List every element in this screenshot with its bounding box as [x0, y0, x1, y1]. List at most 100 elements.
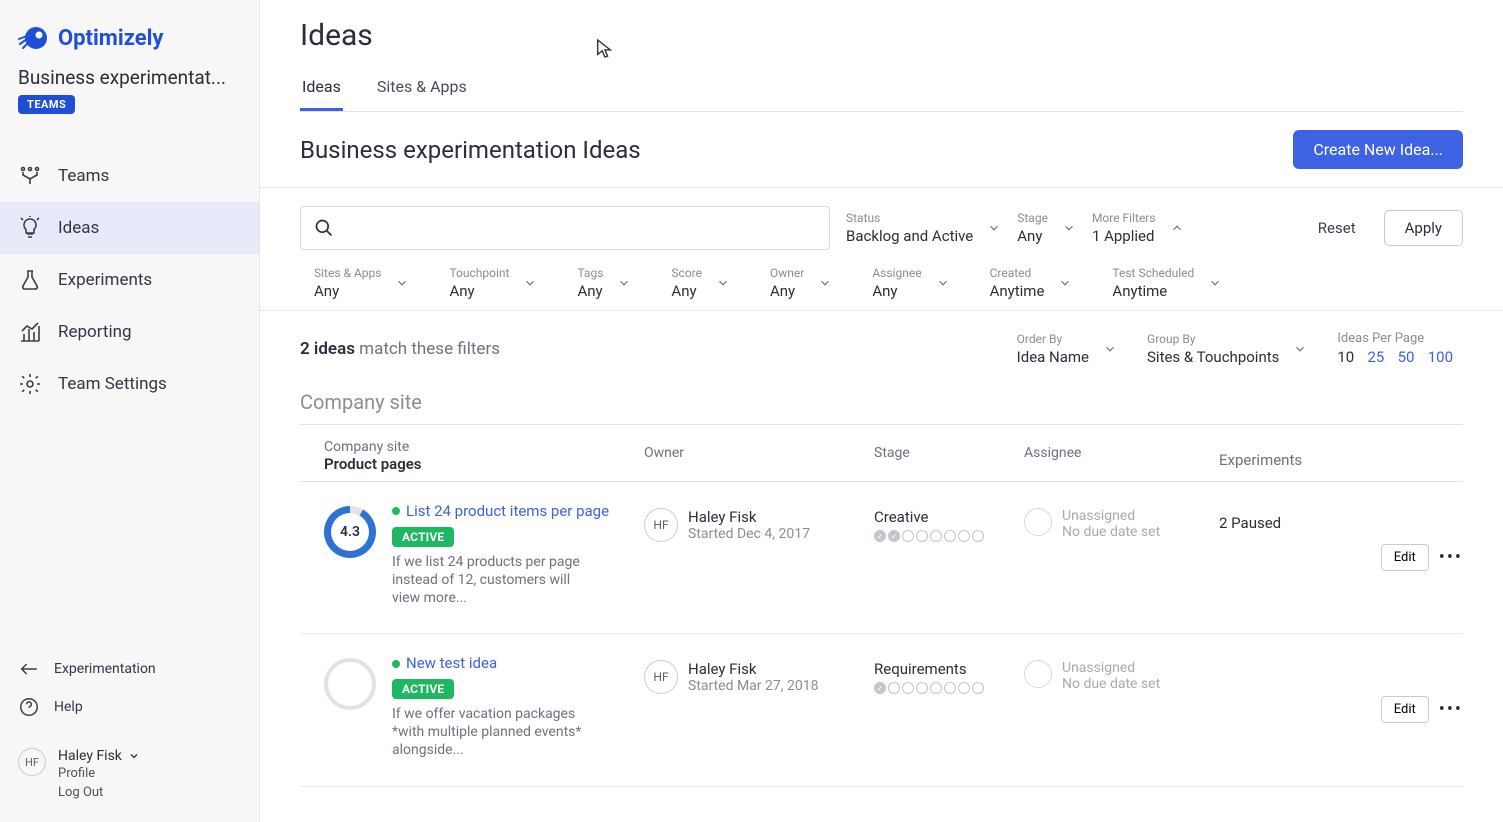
profile-link[interactable]: Profile [58, 764, 140, 783]
project-block: Business experimentat... TEAMS [0, 66, 259, 128]
filter-score[interactable]: ScoreAny [671, 266, 730, 300]
filter-status[interactable]: Status Backlog and Active [846, 211, 1001, 245]
filter-stage[interactable]: Stage Any [1017, 211, 1076, 245]
brand-name: Optimizely [58, 26, 164, 51]
col-assignee: Assignee [1024, 439, 1219, 473]
experiments-cell: 2 Paused [1219, 502, 1381, 607]
col-touchpoint: Product pages [324, 455, 422, 473]
status-dot-icon [392, 507, 400, 515]
ipp-50[interactable]: 50 [1398, 348, 1415, 366]
chevron-down-icon [395, 276, 409, 290]
due-date: No due date set [1062, 676, 1160, 692]
teams-icon [18, 164, 42, 188]
chevron-down-icon [818, 276, 832, 290]
section-title: Business experimentation Ideas [300, 136, 641, 164]
bottom-link-label: Experimentation [54, 661, 156, 677]
user-menu-toggle[interactable]: Haley Fisk [58, 748, 140, 764]
help-link[interactable]: Help [18, 688, 241, 726]
nav-teams[interactable]: Teams [0, 150, 259, 202]
owner-avatar: HF [644, 660, 678, 694]
tab-ideas[interactable]: Ideas [300, 67, 343, 111]
chevron-down-icon [1293, 342, 1307, 356]
idea-title-link[interactable]: New test idea [406, 654, 497, 673]
stage-progress: ✓✓ [874, 530, 1024, 542]
ipp-10[interactable]: 10 [1337, 348, 1354, 366]
filter-bar: Status Backlog and Active Stage Any More… [260, 188, 1503, 311]
idea-description: If we offer vacation packages *with mult… [392, 705, 592, 760]
score-ring [324, 658, 376, 710]
col-site: Company site [324, 439, 422, 455]
stage-name: Creative [874, 508, 1024, 526]
chevron-down-icon [523, 276, 537, 290]
order-by[interactable]: Order By Idea Name [1017, 332, 1117, 366]
owner-name: Haley Fisk [688, 660, 818, 678]
help-icon [18, 696, 40, 718]
more-menu-icon[interactable]: ••• [1439, 547, 1463, 568]
filter-tags[interactable]: TagsAny [577, 266, 631, 300]
edit-button[interactable]: Edit [1381, 544, 1429, 571]
results-count: 2 ideas match these filters [300, 339, 500, 359]
assignee-avatar [1024, 508, 1052, 536]
nav-reporting[interactable]: Reporting [0, 306, 259, 358]
flask-icon [18, 268, 42, 292]
create-new-idea-button[interactable]: Create New Idea... [1293, 130, 1463, 169]
tab-sites-apps[interactable]: Sites & Apps [375, 67, 469, 111]
stage-name: Requirements [874, 660, 1024, 678]
nav-ideas[interactable]: Ideas [0, 202, 259, 254]
project-name: Business experimentat... [18, 66, 241, 89]
ideas-per-page: Ideas Per Page 10 25 50 100 [1337, 331, 1463, 366]
filter-test-scheduled[interactable]: Test ScheduledAnytime [1112, 266, 1222, 300]
search-icon [314, 218, 334, 238]
score-ring: 4.3 [324, 506, 376, 558]
group-by[interactable]: Group By Sites & Touchpoints [1147, 332, 1307, 366]
user-name: Haley Fisk [58, 748, 122, 764]
ipp-25[interactable]: 25 [1367, 348, 1384, 366]
chevron-up-icon [1170, 221, 1184, 235]
owner-started: Started Mar 27, 2018 [688, 678, 818, 694]
search-box [300, 206, 830, 250]
search-input[interactable] [300, 206, 830, 250]
active-badge: ACTIVE [392, 527, 454, 547]
active-badge: ACTIVE [392, 679, 454, 699]
chevron-down-icon [716, 276, 730, 290]
assignee-name: Unassigned [1062, 660, 1160, 676]
chevron-down-icon [1058, 276, 1072, 290]
logout-link[interactable]: Log Out [58, 783, 140, 802]
teams-badge: TEAMS [18, 95, 75, 114]
sidebar: Optimizely Business experimentat... TEAM… [0, 0, 260, 822]
logo[interactable]: Optimizely [0, 0, 259, 66]
column-headers: Company site Product pages Owner Stage A… [300, 425, 1463, 482]
back-experimentation[interactable]: Experimentation [18, 650, 241, 688]
apply-button[interactable]: Apply [1384, 210, 1463, 246]
chevron-down-icon [936, 276, 950, 290]
filter-assignee[interactable]: AssigneeAny [872, 266, 949, 300]
nav-team-settings[interactable]: Team Settings [0, 358, 259, 410]
user-avatar[interactable]: HF [18, 748, 46, 776]
col-experiments: Experiments [1219, 439, 1463, 473]
idea-title-link[interactable]: List 24 product items per page [406, 502, 609, 521]
main-content: Ideas Ideas Sites & Apps Business experi… [260, 0, 1503, 822]
chevron-down-icon [617, 276, 631, 290]
idea-description: If we list 24 products per page instead … [392, 553, 592, 608]
edit-button[interactable]: Edit [1381, 696, 1429, 723]
nav-experiments[interactable]: Experiments [0, 254, 259, 306]
filter-created[interactable]: CreatedAnytime [990, 266, 1073, 300]
user-block: HF Haley Fisk Profile Log Out [18, 748, 241, 802]
filter-owner[interactable]: OwnerAny [770, 266, 832, 300]
nav-label: Teams [58, 166, 109, 186]
filter-sites-apps[interactable]: Sites & AppsAny [314, 266, 409, 300]
ipp-100[interactable]: 100 [1428, 348, 1453, 366]
chevron-down-icon [128, 750, 140, 762]
chevron-down-icon [987, 221, 1001, 235]
due-date: No due date set [1062, 524, 1160, 540]
filter-more[interactable]: More Filters 1 Applied [1092, 211, 1184, 245]
experiments-cell [1219, 654, 1381, 759]
reset-button[interactable]: Reset [1306, 211, 1368, 245]
filter-touchpoint[interactable]: TouchpointAny [449, 266, 537, 300]
chevron-down-icon [1103, 342, 1117, 356]
nav-label: Ideas [58, 218, 99, 238]
col-owner: Owner [644, 439, 874, 473]
back-arrow-icon [18, 658, 40, 680]
more-menu-icon[interactable]: ••• [1439, 699, 1463, 720]
bottom-link-label: Help [54, 699, 83, 715]
